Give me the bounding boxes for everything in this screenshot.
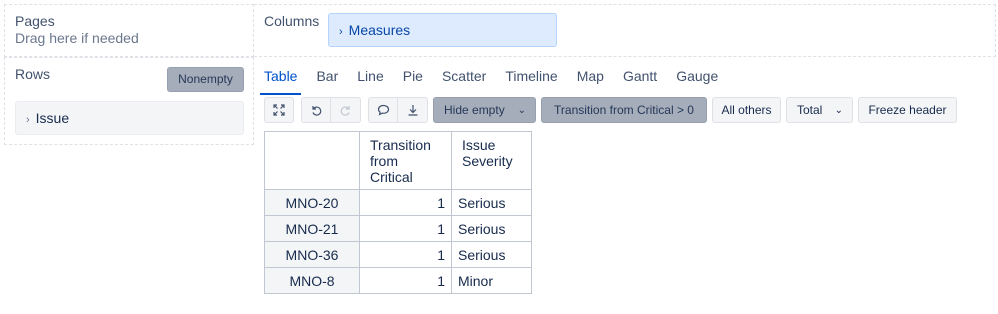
row-dimension-label: Issue <box>35 110 70 126</box>
table-row: MNO-8 1 Minor <box>264 267 532 294</box>
column-header-severity[interactable]: Issue Severity <box>451 131 532 190</box>
filter-transition-button[interactable]: Transition from Critical > 0 <box>541 97 707 123</box>
row-header-issue[interactable]: MNO-36 <box>264 241 360 268</box>
all-others-label: All others <box>721 103 772 117</box>
undo-button[interactable] <box>301 97 331 123</box>
cell-transition: 1 <box>359 189 452 216</box>
chevron-right-icon[interactable]: › <box>339 16 343 48</box>
hide-empty-dropdown[interactable]: Hide empty ⌄ <box>433 97 536 123</box>
tab-table[interactable]: Table <box>259 65 303 95</box>
undo-icon <box>312 106 322 116</box>
tab-map[interactable]: Map <box>577 65 604 89</box>
column-header-transition[interactable]: Transition from Critical <box>359 131 452 190</box>
expand-button[interactable] <box>264 97 294 123</box>
tab-line[interactable]: Line <box>357 65 383 89</box>
pages-title: Pages <box>15 13 55 29</box>
chevron-down-icon: ⌄ <box>834 104 843 116</box>
rows-panel[interactable]: Rows Nonempty › Issue <box>4 57 254 145</box>
tab-gantt[interactable]: Gantt <box>623 65 657 89</box>
freeze-header-button[interactable]: Freeze header <box>858 97 957 123</box>
table-row: MNO-21 1 Serious <box>264 215 532 242</box>
all-others-button[interactable]: All others <box>712 97 781 123</box>
chevron-right-icon[interactable]: › <box>26 104 30 136</box>
tab-scatter[interactable]: Scatter <box>442 65 486 89</box>
row-header-issue[interactable]: MNO-8 <box>264 267 360 294</box>
cell-transition: 1 <box>359 215 452 242</box>
tab-timeline[interactable]: Timeline <box>505 65 557 89</box>
report-table: Transition from Critical Issue Severity … <box>264 131 532 294</box>
nonempty-button[interactable]: Nonempty <box>167 67 244 92</box>
pages-panel[interactable]: Pages Drag here if needed <box>4 4 254 57</box>
hide-empty-label: Hide empty <box>444 103 505 117</box>
comment-icon <box>377 104 389 116</box>
table-row: MNO-36 1 Serious <box>264 241 532 268</box>
total-dropdown[interactable]: Total ⌄ <box>786 97 853 123</box>
expand-icon <box>273 104 285 116</box>
comment-button[interactable] <box>368 97 398 123</box>
toolbar: Hide empty ⌄ Transition from Critical > … <box>264 97 961 123</box>
cell-severity: Serious <box>451 215 532 242</box>
tab-bar[interactable]: Bar <box>316 65 338 89</box>
chevron-down-icon: ⌄ <box>517 104 526 116</box>
freeze-header-label: Freeze header <box>868 103 947 117</box>
row-header-issue[interactable]: MNO-20 <box>264 189 360 216</box>
view-tabs: Table Bar Line Pie Scatter Timeline Map … <box>259 65 737 95</box>
cell-transition: 1 <box>359 267 452 294</box>
redo-icon <box>340 106 350 116</box>
columns-panel[interactable]: Columns › Measures <box>254 4 996 57</box>
download-button[interactable] <box>398 97 428 123</box>
total-label: Total <box>797 103 823 117</box>
rows-title: Rows <box>15 66 51 82</box>
tab-pie[interactable]: Pie <box>403 65 423 89</box>
download-icon <box>408 105 417 116</box>
filter-label: Transition from Critical > 0 <box>554 103 694 117</box>
row-dimension-issue[interactable]: › Issue <box>15 101 244 135</box>
row-header-issue[interactable]: MNO-21 <box>264 215 360 242</box>
cell-transition: 1 <box>359 241 452 268</box>
column-dimension-label: Measures <box>348 22 411 38</box>
table-header-row: Transition from Critical Issue Severity <box>264 131 532 190</box>
redo-button[interactable] <box>331 97 361 123</box>
cell-severity: Serious <box>451 189 532 216</box>
columns-title: Columns <box>264 13 320 29</box>
pages-hint: Drag here if needed <box>15 30 139 46</box>
table-row: MNO-20 1 Serious <box>264 189 532 216</box>
table-corner-cell <box>264 131 360 190</box>
cell-severity: Minor <box>451 267 532 294</box>
column-dimension-measures[interactable]: › Measures <box>328 13 557 47</box>
tab-gauge[interactable]: Gauge <box>676 65 718 89</box>
cell-severity: Serious <box>451 241 532 268</box>
